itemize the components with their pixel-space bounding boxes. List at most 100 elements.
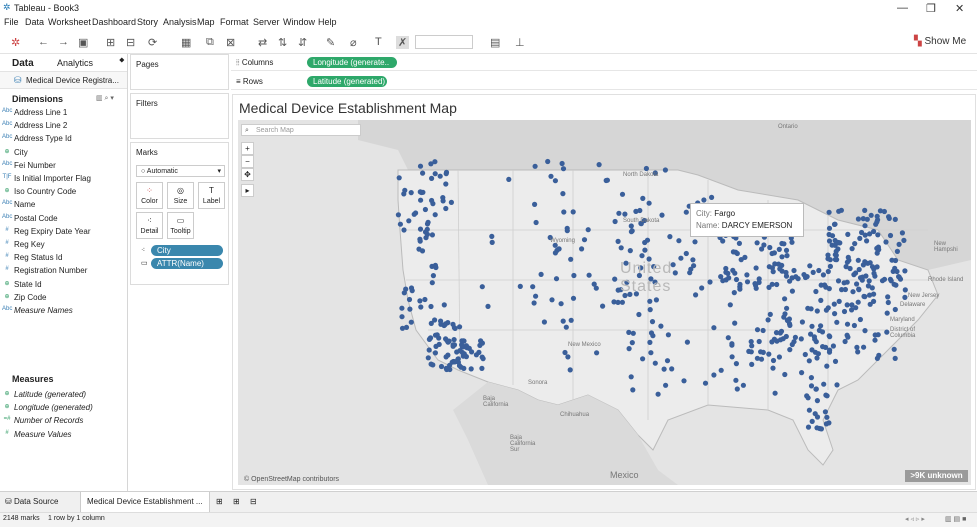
city-mark[interactable]	[650, 333, 656, 339]
city-mark[interactable]	[422, 296, 428, 303]
city-mark[interactable]	[871, 270, 877, 276]
city-mark[interactable]	[615, 238, 621, 244]
city-mark[interactable]	[854, 344, 860, 350]
city-mark[interactable]	[814, 308, 820, 314]
city-mark[interactable]	[773, 330, 780, 336]
city-mark[interactable]	[845, 231, 851, 237]
city-mark[interactable]	[640, 356, 646, 362]
city-mark[interactable]	[396, 175, 402, 181]
new-datasource-icon[interactable]: ⊞	[106, 36, 115, 49]
city-mark[interactable]	[425, 219, 431, 225]
city-mark[interactable]	[892, 265, 898, 271]
city-mark[interactable]	[874, 264, 880, 270]
pan-tool-icon[interactable]: ✥	[241, 168, 254, 181]
city-mark[interactable]	[748, 349, 754, 355]
city-mark[interactable]	[468, 366, 474, 372]
save-icon[interactable]: ▣	[78, 36, 88, 49]
rows-shelf[interactable]: ≡ Rows Latitude (generated)	[231, 73, 977, 90]
city-mark[interactable]	[445, 352, 451, 358]
city-mark[interactable]	[408, 190, 414, 196]
city-mark[interactable]	[826, 225, 833, 231]
new-dashboard-tab-icon[interactable]: ⊞	[233, 497, 240, 506]
swap-icon[interactable]: ⇄	[258, 36, 267, 49]
map-attribution[interactable]: © OpenStreetMap contributors	[244, 476, 339, 483]
city-mark[interactable]	[565, 354, 571, 360]
city-mark[interactable]	[770, 365, 776, 371]
tab-sheet[interactable]: Medical Device Establishment ...	[80, 492, 210, 513]
city-mark[interactable]	[807, 263, 813, 269]
city-mark[interactable]	[642, 247, 648, 253]
city-mark[interactable]	[681, 378, 687, 384]
city-mark[interactable]	[825, 252, 831, 258]
city-mark[interactable]	[563, 324, 569, 330]
city-mark[interactable]	[812, 336, 818, 342]
city-mark[interactable]	[782, 296, 788, 302]
city-mark[interactable]	[552, 250, 558, 256]
city-mark[interactable]	[732, 320, 738, 326]
city-mark[interactable]	[771, 336, 778, 342]
detail-button[interactable]: ⁖ Detail	[136, 212, 163, 239]
city-mark[interactable]	[429, 175, 435, 181]
city-mark[interactable]	[862, 207, 868, 213]
dimension-field[interactable]: ⊕ State Id	[2, 280, 41, 289]
group-icon[interactable]: ⌀	[350, 36, 357, 49]
city-mark[interactable]	[744, 272, 750, 278]
sort-desc-icon[interactable]: ⇵	[298, 36, 307, 49]
city-mark[interactable]	[799, 319, 806, 325]
city-mark[interactable]	[827, 263, 834, 269]
city-mark[interactable]	[443, 321, 449, 327]
city-mark[interactable]	[489, 233, 495, 239]
back-icon[interactable]: ←	[38, 36, 49, 48]
city-mark[interactable]	[406, 218, 412, 224]
city-mark[interactable]	[789, 288, 796, 294]
city-mark[interactable]	[594, 350, 600, 356]
city-mark[interactable]	[530, 284, 536, 290]
city-mark[interactable]	[422, 206, 428, 213]
city-mark[interactable]	[834, 319, 840, 325]
city-mark[interactable]	[814, 414, 821, 420]
city-mark[interactable]	[744, 279, 751, 285]
city-mark[interactable]	[559, 160, 565, 167]
city-mark[interactable]	[658, 323, 664, 329]
city-mark[interactable]	[875, 332, 881, 338]
city-mark[interactable]	[823, 307, 830, 313]
city-mark[interactable]	[437, 173, 443, 179]
city-mark[interactable]	[630, 387, 636, 393]
city-mark[interactable]	[896, 274, 902, 280]
city-mark[interactable]	[418, 189, 425, 196]
city-mark[interactable]	[825, 268, 831, 275]
city-mark[interactable]	[684, 339, 690, 345]
city-mark[interactable]	[615, 299, 621, 305]
city-mark[interactable]	[902, 294, 908, 300]
city-mark[interactable]	[640, 195, 646, 201]
city-mark[interactable]	[769, 281, 775, 287]
city-mark[interactable]	[531, 300, 537, 306]
city-mark[interactable]	[810, 269, 816, 275]
city-mark[interactable]	[629, 340, 635, 346]
tab-data-source[interactable]: ⛁ Data Source	[5, 497, 58, 506]
city-mark[interactable]	[418, 304, 424, 310]
city-mark[interactable]	[753, 285, 759, 291]
city-mark[interactable]	[892, 306, 898, 313]
city-mark[interactable]	[402, 187, 408, 193]
city-mark[interactable]	[417, 236, 423, 242]
city-mark[interactable]	[476, 349, 482, 355]
minimize-icon[interactable]: —	[897, 2, 908, 14]
pause-updates-icon[interactable]: ⊟	[126, 36, 135, 49]
menu-window[interactable]: Window	[283, 17, 315, 27]
city-mark[interactable]	[760, 327, 766, 334]
city-mark[interactable]	[901, 237, 907, 243]
city-mark[interactable]	[787, 322, 793, 328]
new-worksheet-icon[interactable]: ▦	[181, 36, 191, 49]
city-mark[interactable]	[733, 361, 739, 367]
city-mark[interactable]	[416, 246, 422, 252]
city-mark[interactable]	[479, 365, 485, 371]
city-mark[interactable]	[806, 407, 813, 413]
city-mark[interactable]	[809, 418, 815, 424]
city-mark[interactable]	[596, 162, 602, 168]
city-mark[interactable]	[849, 307, 855, 313]
city-mark[interactable]	[726, 275, 732, 281]
city-mark[interactable]	[824, 363, 830, 369]
city-mark[interactable]	[585, 227, 591, 233]
city-mark[interactable]	[749, 343, 755, 349]
